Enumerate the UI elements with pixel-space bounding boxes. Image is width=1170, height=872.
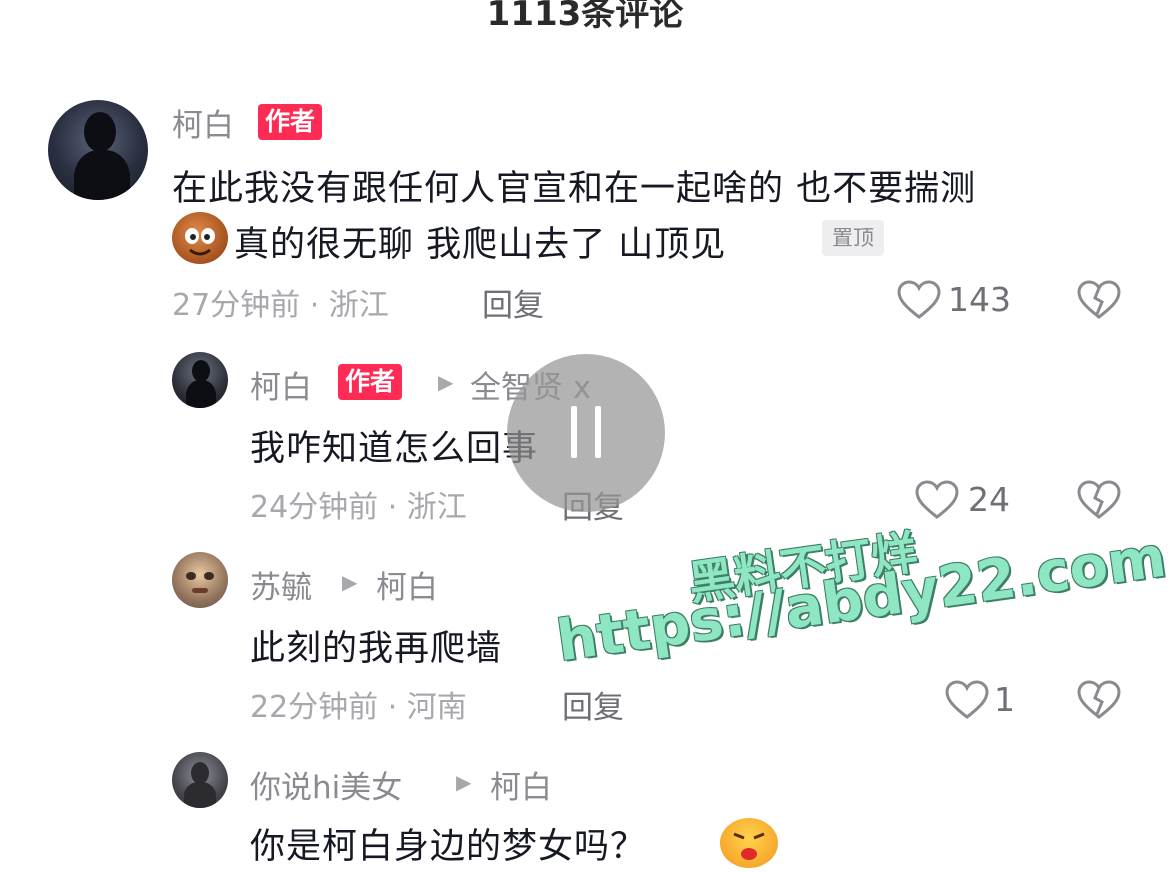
comment-username[interactable]: 苏毓 — [250, 562, 312, 607]
comment-meta: 22分钟前 · 河南 — [250, 690, 467, 725]
avatar[interactable] — [172, 352, 228, 408]
heart-outline-icon[interactable] — [914, 480, 960, 520]
comment-text: 你是柯白身边的梦女吗？ — [250, 827, 647, 867]
broken-heart-icon[interactable] — [1076, 280, 1122, 320]
heart-outline-icon[interactable] — [944, 680, 990, 720]
comment-username[interactable]: 你说hi美女 — [250, 762, 402, 807]
comment-text: 我咋知道怎么回事 — [250, 429, 539, 469]
heart-outline-icon[interactable] — [896, 280, 942, 320]
comment-meta: 27分钟前 · 浙江 — [172, 288, 389, 323]
comments-count-title: 1113条评论 — [486, 0, 684, 34]
pause-icon — [571, 406, 577, 458]
avatar[interactable] — [172, 552, 228, 608]
reply-button[interactable]: 回复 — [562, 682, 624, 727]
like-count: 24 — [968, 480, 1010, 519]
comment-username[interactable]: 柯白 — [172, 100, 234, 145]
triangle-right-icon: ▶ — [342, 570, 358, 594]
comment-meta: 24分钟前 · 浙江 — [250, 490, 467, 525]
triangle-right-icon: ▶ — [438, 370, 454, 394]
broken-heart-icon[interactable] — [1076, 680, 1122, 720]
comment-text: 此刻的我再爬墙 — [250, 629, 503, 669]
reply-button[interactable]: 回复 — [482, 280, 544, 325]
comment-username[interactable]: 柯白 — [250, 362, 312, 407]
like-count: 1 — [994, 680, 1015, 719]
like-count: 143 — [948, 280, 1011, 319]
avatar[interactable] — [172, 752, 228, 808]
reply-to-username[interactable]: 柯白 — [490, 762, 552, 807]
pinned-tag: 置顶 — [822, 220, 884, 256]
pouting-face-emoji-icon — [720, 818, 778, 868]
reply-to-username[interactable]: 柯白 — [376, 562, 438, 607]
poop-emoji-icon — [172, 212, 228, 264]
comment-text: 真的很无聊 我爬山去了 山顶见 — [234, 225, 727, 265]
triangle-right-icon: ▶ — [456, 770, 472, 794]
pause-button[interactable] — [507, 354, 665, 512]
author-badge: 作者 — [338, 364, 403, 400]
broken-heart-icon[interactable] — [1076, 480, 1122, 520]
comment-text: 在此我没有跟任何人官宣和在一起啥的 也不要揣测 — [172, 169, 977, 209]
avatar[interactable] — [48, 100, 148, 200]
author-badge: 作者 — [258, 104, 323, 140]
